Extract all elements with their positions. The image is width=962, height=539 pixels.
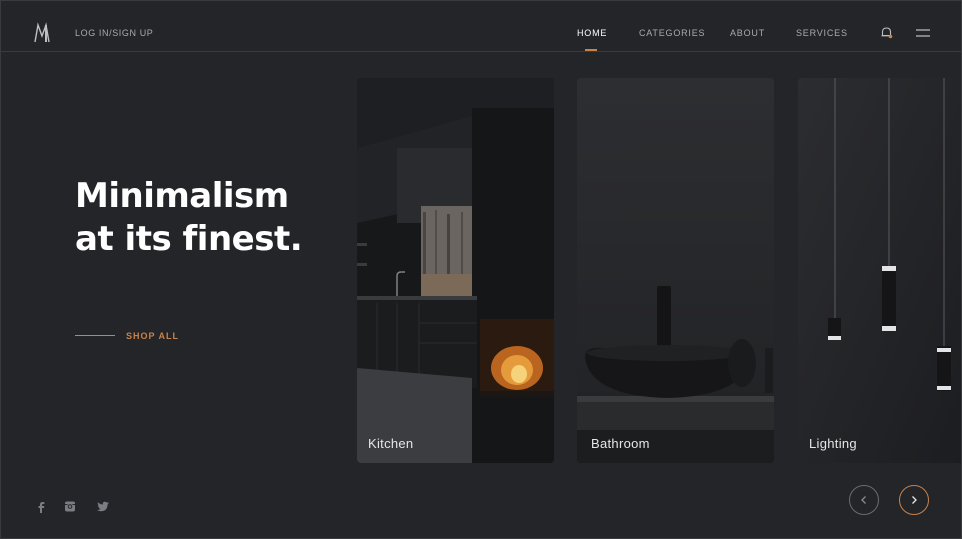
card-label-lighting: Lighting bbox=[809, 436, 857, 451]
category-card-bathroom[interactable]: Bathroom bbox=[577, 78, 774, 463]
card-label-kitchen: Kitchen bbox=[368, 436, 414, 451]
nav-services[interactable]: SERVICES bbox=[796, 28, 848, 38]
card-label-bathroom: Bathroom bbox=[591, 436, 650, 451]
top-navbar: LOG IN/SIGN UP HOME CATEGORIES ABOUT SER… bbox=[1, 1, 961, 52]
nav-about[interactable]: ABOUT bbox=[730, 28, 765, 38]
hero-title-line-2: at its finest. bbox=[75, 219, 303, 259]
bathroom-image bbox=[577, 78, 774, 463]
hero-title: Minimalism at its finest. bbox=[75, 175, 335, 261]
next-slide-button[interactable] bbox=[899, 485, 929, 515]
chevron-left-icon bbox=[861, 496, 866, 504]
hero-title-line-1: Minimalism bbox=[75, 176, 289, 216]
login-signup-link[interactable]: LOG IN/SIGN UP bbox=[75, 28, 153, 38]
app-window: LOG IN/SIGN UP HOME CATEGORIES ABOUT SER… bbox=[0, 0, 962, 539]
category-card-lighting[interactable]: Lighting bbox=[798, 78, 961, 463]
active-nav-indicator bbox=[585, 49, 597, 51]
chevron-right-icon bbox=[912, 496, 917, 504]
nav-home[interactable]: HOME bbox=[577, 28, 607, 38]
nav-categories[interactable]: CATEGORIES bbox=[639, 28, 705, 38]
lighting-image bbox=[798, 78, 961, 463]
shop-all-line bbox=[75, 335, 115, 336]
bell-icon[interactable] bbox=[880, 26, 893, 39]
twitter-icon[interactable] bbox=[96, 501, 110, 513]
hamburger-icon[interactable] bbox=[916, 29, 930, 37]
category-card-kitchen[interactable]: Kitchen bbox=[357, 78, 554, 463]
m-logo-icon[interactable] bbox=[34, 22, 50, 44]
facebook-icon[interactable] bbox=[34, 501, 48, 513]
instagram-icon[interactable] bbox=[63, 501, 77, 513]
kitchen-image bbox=[357, 78, 554, 463]
previous-slide-button[interactable] bbox=[849, 485, 879, 515]
shop-all-link[interactable]: SHOP ALL bbox=[126, 331, 179, 341]
